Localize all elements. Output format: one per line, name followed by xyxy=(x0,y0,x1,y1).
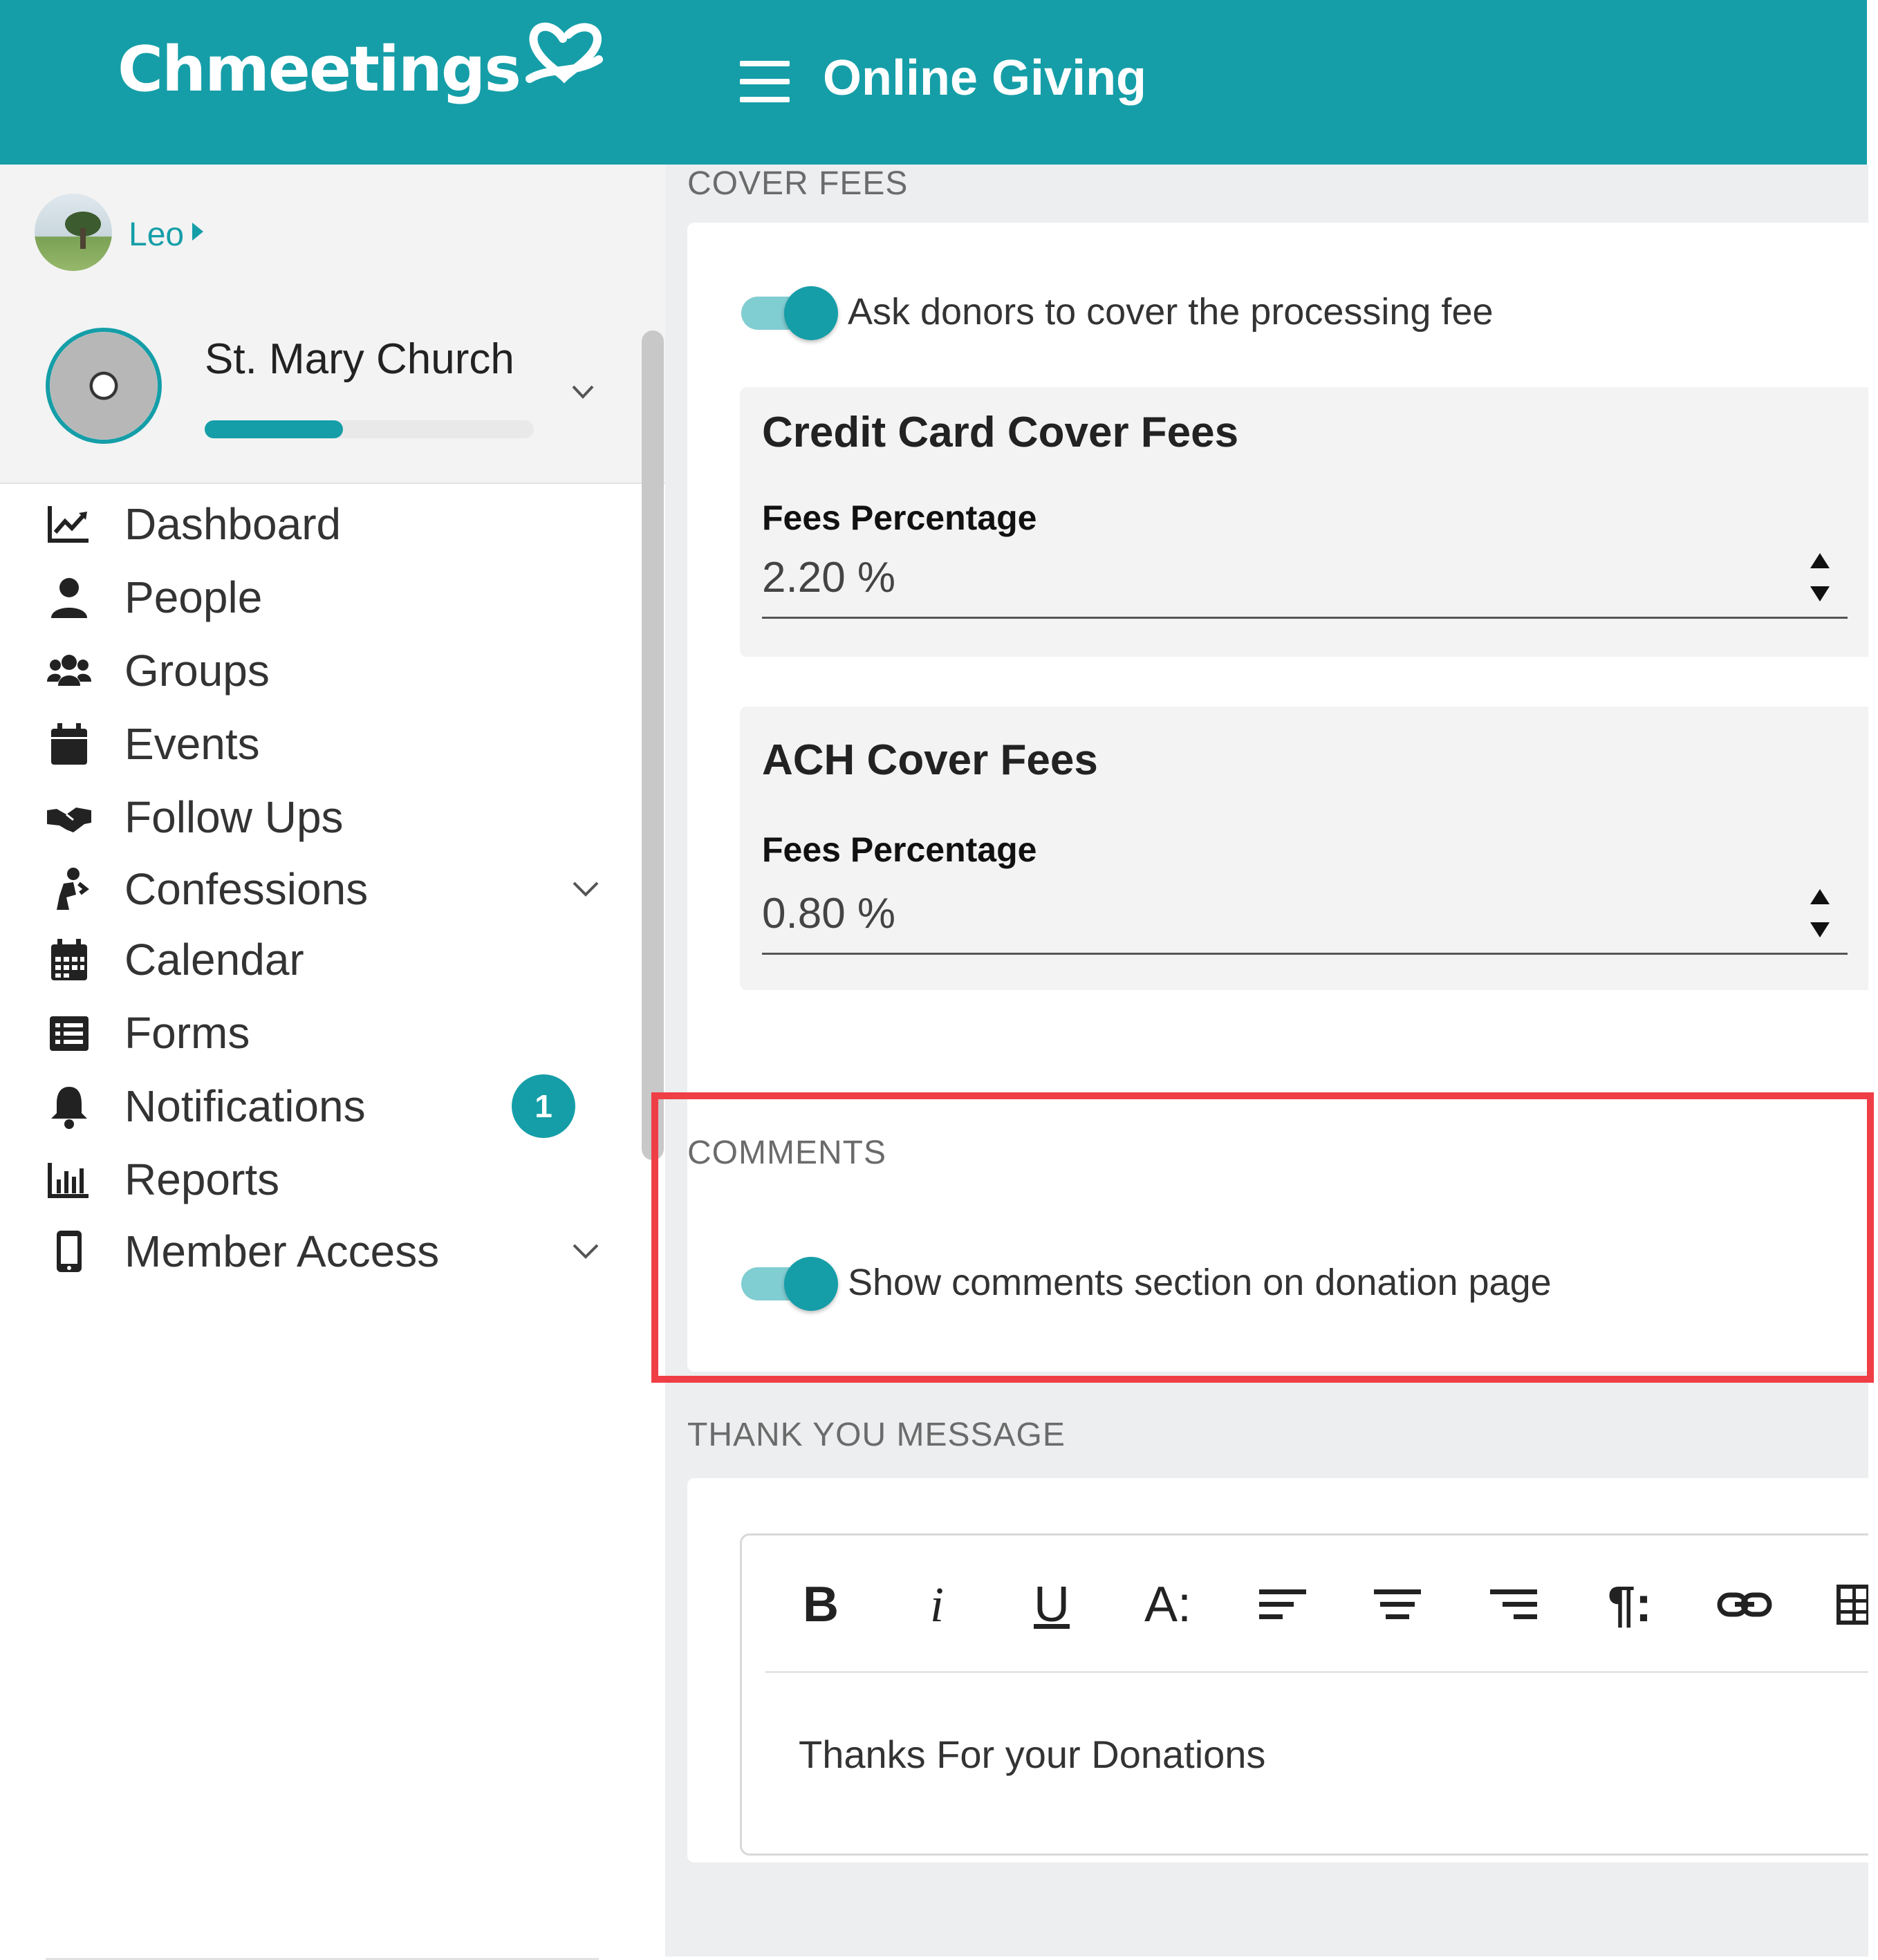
caret-right-icon[interactable] xyxy=(192,223,203,241)
italic-icon[interactable]: i xyxy=(902,1570,971,1639)
ach-fee-label: Fees Percentage xyxy=(762,830,1037,869)
sidebar: Leo St. Mary Church Dashboard People Gro… xyxy=(0,165,665,1960)
thank-you-message-text[interactable]: Thanks For your Donations xyxy=(799,1732,1265,1777)
user-icon xyxy=(43,571,95,624)
sidebar-item-label: Dashboard xyxy=(124,499,342,549)
bell-icon xyxy=(43,1080,95,1132)
toolbar-separator xyxy=(765,1671,1868,1673)
chevron-down-icon[interactable] xyxy=(571,1242,600,1260)
users-icon xyxy=(43,644,95,697)
credit-card-fee-label: Fees Percentage xyxy=(762,498,1037,537)
sidebar-item-reports[interactable]: Reports xyxy=(0,1138,650,1221)
church-avatar[interactable] xyxy=(46,328,162,444)
sidebar-item-label: Groups xyxy=(124,646,270,696)
app-logo[interactable]: Chmeetings xyxy=(118,22,606,106)
spinner-up-icon[interactable] xyxy=(1810,889,1830,904)
chevron-down-icon[interactable] xyxy=(571,880,600,898)
section-title-thank-you: THANK YOU MESSAGE xyxy=(687,1417,1066,1453)
logo-text: Chmeetings xyxy=(118,33,521,106)
mobile-icon xyxy=(43,1225,95,1278)
editor-toolbar: B i U A: ¶: xyxy=(742,1536,1868,1671)
chart-line-icon xyxy=(43,498,95,550)
page-title: Online Giving xyxy=(823,50,1147,106)
bold-icon[interactable]: B xyxy=(786,1570,855,1639)
cover-fee-toggle-label: Ask donors to cover the processing fee xyxy=(848,291,1494,333)
comments-card: Show comments section on donation page xyxy=(687,1196,1868,1372)
sidebar-item-member-access[interactable]: Member Access xyxy=(0,1210,650,1293)
sidebar-item-label: Events xyxy=(124,719,260,769)
user-avatar[interactable] xyxy=(35,194,112,271)
sidebar-item-notifications[interactable]: Notifications 1 xyxy=(0,1065,650,1148)
font-size-icon[interactable]: A: xyxy=(1133,1570,1202,1639)
list-icon xyxy=(43,1007,95,1059)
ach-fee-box: ACH Cover Fees Fees Percentage 0.80 % xyxy=(740,707,1868,990)
sidebar-item-label: Forms xyxy=(124,1008,250,1058)
bar-chart-icon xyxy=(43,1153,95,1206)
paragraph-icon[interactable]: ¶: xyxy=(1595,1570,1664,1639)
table-icon[interactable] xyxy=(1825,1570,1868,1639)
calendar-icon xyxy=(43,718,95,770)
sidebar-item-label: Member Access xyxy=(124,1226,440,1276)
sidebar-item-follow-ups[interactable]: Follow Ups xyxy=(0,776,650,859)
cover-fees-card: Ask donors to cover the processing fee C… xyxy=(687,223,1868,1253)
align-left-icon[interactable] xyxy=(1248,1570,1317,1639)
number-spinner[interactable] xyxy=(1807,884,1832,946)
spinner-down-icon[interactable] xyxy=(1810,586,1830,601)
credit-card-fee-box: Credit Card Cover Fees Fees Percentage 2… xyxy=(740,387,1868,657)
rich-text-editor[interactable]: B i U A: ¶: Thanks For your Donations xyxy=(740,1533,1868,1856)
profile-progress-bar xyxy=(205,420,534,438)
handshake-icon xyxy=(43,791,95,843)
comments-toggle-label: Show comments section on donation page xyxy=(848,1262,1552,1303)
thank-you-card: B i U A: ¶: Thanks For your Donations xyxy=(687,1478,1868,1863)
sidebar-item-calendar[interactable]: Calendar xyxy=(0,918,650,1001)
align-right-icon[interactable] xyxy=(1479,1570,1548,1639)
ach-fee-title: ACH Cover Fees xyxy=(762,736,1098,784)
profile-progress-fill xyxy=(205,420,343,438)
sidebar-item-label: Follow Ups xyxy=(124,792,344,842)
chevron-down-icon[interactable] xyxy=(571,384,595,400)
profile-area: Leo St. Mary Church xyxy=(0,165,665,484)
cover-fee-toggle[interactable] xyxy=(741,286,838,340)
spinner-down-icon[interactable] xyxy=(1810,922,1830,937)
user-name-link[interactable]: Leo xyxy=(129,216,184,254)
sidebar-item-events[interactable]: Events xyxy=(0,702,650,785)
section-title-comments: COMMENTS xyxy=(687,1135,886,1171)
main-content: COVER FEES Ask donors to cover the proce… xyxy=(665,165,1868,1957)
credit-card-fee-input[interactable]: 2.20 % xyxy=(762,548,1848,619)
link-icon[interactable] xyxy=(1710,1570,1779,1639)
sidebar-item-label: People xyxy=(124,572,263,622)
notification-count-badge: 1 xyxy=(512,1074,575,1138)
sidebar-item-dashboard[interactable]: Dashboard xyxy=(0,483,650,566)
church-name[interactable]: St. Mary Church xyxy=(205,335,514,384)
section-title-cover-fees: COVER FEES xyxy=(687,165,909,202)
sidebar-item-label: Confessions xyxy=(124,864,369,914)
heart-hand-logo-icon xyxy=(525,22,603,83)
comments-toggle[interactable] xyxy=(741,1257,838,1311)
praying-icon xyxy=(43,863,95,915)
credit-card-fee-value[interactable]: 2.20 % xyxy=(762,553,895,602)
sidebar-item-label: Calendar xyxy=(124,935,304,984)
spinner-up-icon[interactable] xyxy=(1810,553,1830,568)
sidebar-item-people[interactable]: People xyxy=(0,556,650,639)
hamburger-menu-icon[interactable] xyxy=(740,61,790,102)
calendar-grid-icon xyxy=(43,933,95,986)
sidebar-item-label: Reports xyxy=(124,1155,280,1204)
sidebar-item-forms[interactable]: Forms xyxy=(0,991,650,1074)
top-header: Chmeetings Online Giving xyxy=(0,0,1867,165)
sidebar-scrollbar[interactable] xyxy=(642,330,664,1160)
underline-icon[interactable]: U xyxy=(1017,1570,1086,1639)
sidebar-item-groups[interactable]: Groups xyxy=(0,629,650,712)
sidebar-item-label: Notifications xyxy=(124,1081,366,1131)
ach-fee-value[interactable]: 0.80 % xyxy=(762,889,895,938)
ach-fee-input[interactable]: 0.80 % xyxy=(762,884,1848,955)
number-spinner[interactable] xyxy=(1807,548,1832,610)
credit-card-fee-title: Credit Card Cover Fees xyxy=(762,409,1239,456)
align-center-icon[interactable] xyxy=(1363,1570,1432,1639)
